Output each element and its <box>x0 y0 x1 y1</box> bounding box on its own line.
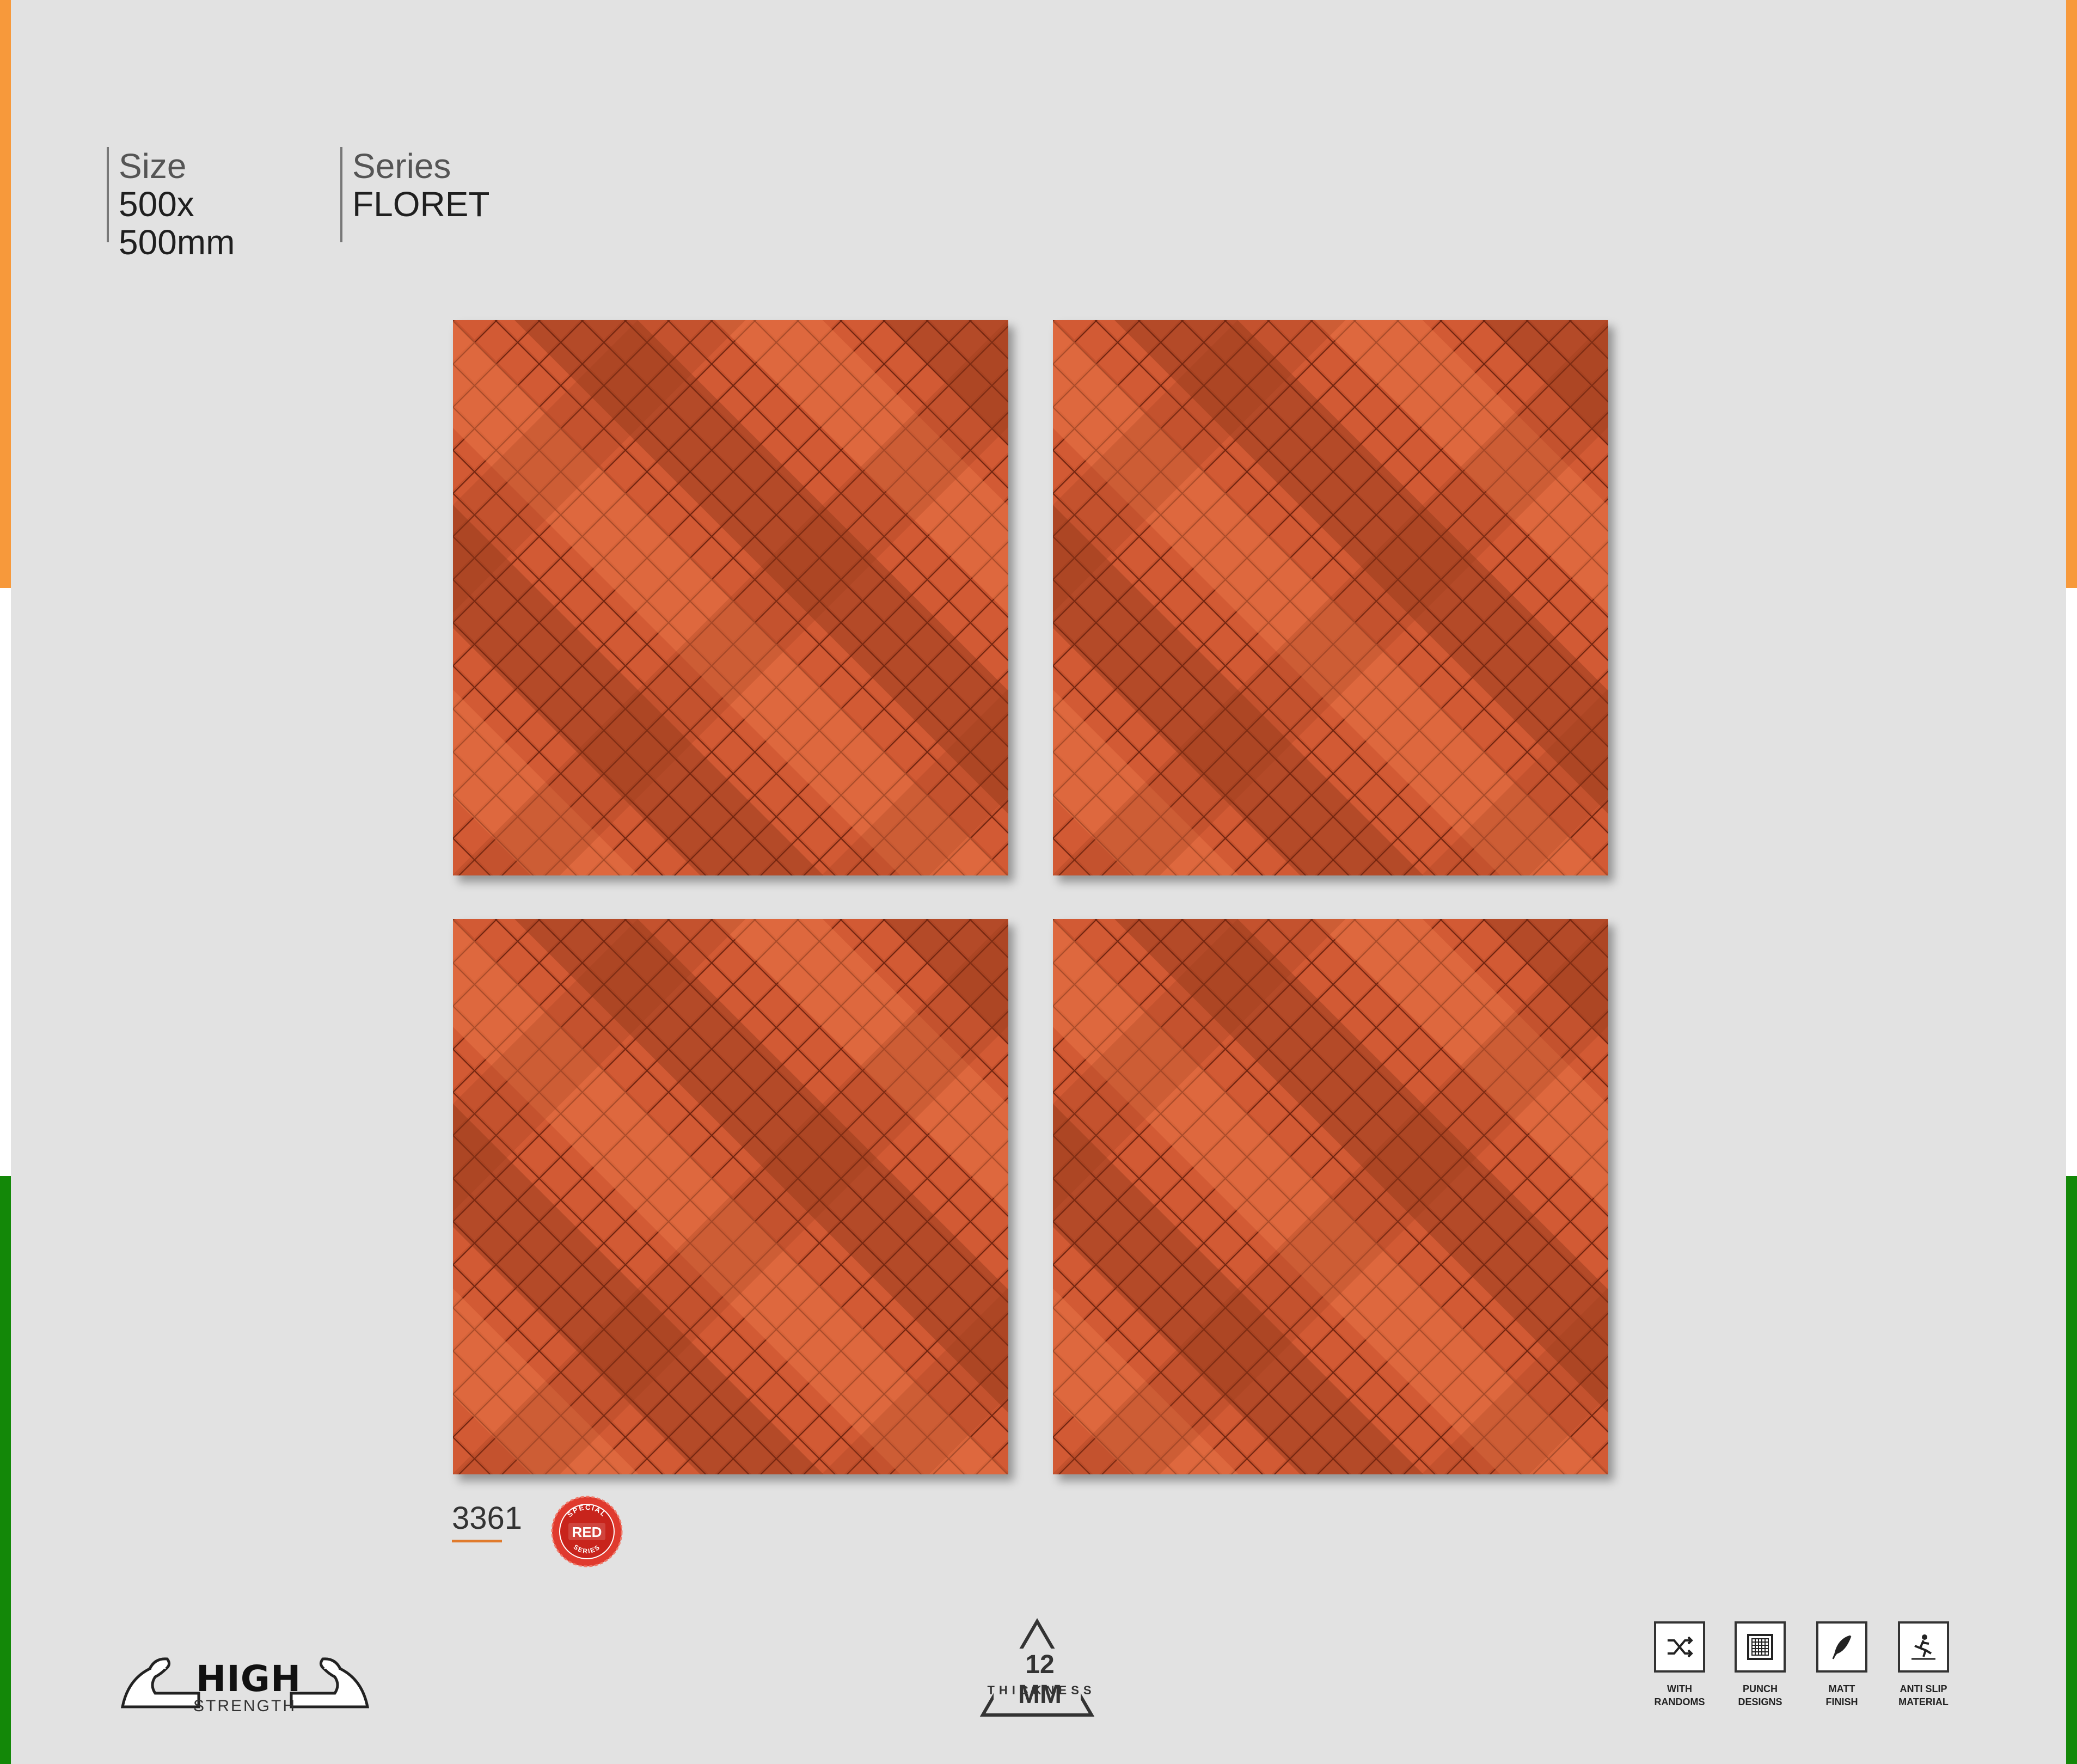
feature-label: ANTI SLIP MATERIAL <box>1898 1683 1949 1707</box>
tile-pattern <box>453 320 1008 875</box>
grid-punch-icon <box>1735 1621 1786 1673</box>
tile-top-right <box>1053 320 1608 875</box>
thickness-value: 12 MM <box>1018 1650 1062 1709</box>
feature-punch-designs: PUNCH DESIGNS <box>1719 1621 1801 1708</box>
feature-anti-slip: ANTI SLIP MATERIAL <box>1883 1621 1964 1708</box>
seal-center-text: RED <box>572 1524 602 1540</box>
product-code-underline <box>452 1540 502 1542</box>
shuffle-icon <box>1654 1621 1705 1673</box>
feature-label: PUNCH DESIGNS <box>1738 1683 1782 1707</box>
feature-with-randoms: WITH RANDOMS <box>1639 1621 1720 1708</box>
high-strength-sub: STRENGTH <box>193 1697 296 1715</box>
size-spec: Size 500x 500mm <box>107 146 282 261</box>
feature-matt-finish: MATT FINISH <box>1801 1621 1883 1708</box>
product-code-block: 3361 <box>452 1500 522 1542</box>
right-white-bar <box>2066 588 2077 1176</box>
left-green-bar <box>0 1176 11 1764</box>
size-value-line-2: 500mm <box>119 223 235 262</box>
size-value-line-1: 500x <box>119 185 194 224</box>
thickness-label: THICKNESS <box>987 1683 1096 1697</box>
high-strength-main: HIGH <box>196 1658 302 1700</box>
feature-label: MATT FINISH <box>1825 1683 1858 1707</box>
series-value: FLORET <box>352 185 490 224</box>
thickness-badge: 12 MM THICKNESS <box>977 1617 1097 1720</box>
size-label: Size <box>119 146 187 186</box>
feature-label: WITH RANDOMS <box>1654 1683 1705 1707</box>
right-green-bar <box>2066 1176 2077 1764</box>
right-saffron-bar <box>2066 0 2077 588</box>
special-red-series-seal: SPECIAL RED SERIES <box>550 1494 624 1569</box>
series-spec: Series FLORET <box>340 147 532 242</box>
tile-pattern <box>1053 320 1608 875</box>
feather-icon <box>1816 1621 1867 1673</box>
slip-person-icon <box>1898 1621 1949 1673</box>
tile-pattern <box>1053 919 1608 1474</box>
high-strength-badge: HIGH STRENGTH <box>117 1647 373 1720</box>
product-code: 3361 <box>452 1500 523 1536</box>
left-saffron-bar <box>0 0 11 588</box>
tile-bottom-left <box>453 919 1008 1474</box>
left-white-bar <box>0 588 11 1176</box>
tile-top-left <box>453 320 1008 875</box>
series-label: Series <box>352 146 451 186</box>
tile-bottom-right <box>1053 919 1608 1474</box>
tile-pattern <box>453 919 1008 1474</box>
